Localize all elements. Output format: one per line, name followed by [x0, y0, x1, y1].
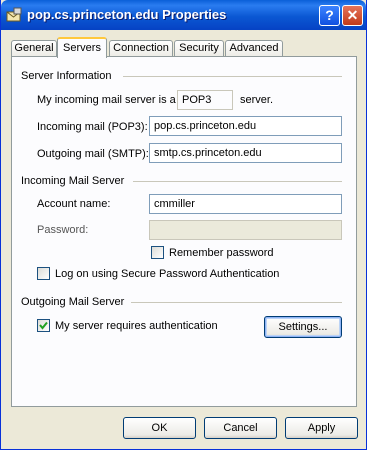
remember-password-checkbox[interactable]: [151, 246, 164, 259]
settings-button-label: Settings...: [278, 321, 328, 333]
requires-authentication-label: My server requires authentication: [55, 320, 218, 332]
incoming-server-heading: Incoming Mail Server: [21, 175, 125, 187]
account-name-label: Account name:: [37, 198, 111, 210]
settings-button[interactable]: Settings...: [264, 316, 342, 338]
checkmark-icon: [39, 321, 48, 330]
title-bar[interactable]: pop.cs.princeton.edu Properties ? ✕: [1, 0, 366, 30]
apply-button-label: Apply: [307, 422, 336, 434]
tab-advanced[interactable]: Advanced: [225, 40, 283, 57]
cancel-button-label: Cancel: [223, 422, 258, 434]
apply-button[interactable]: Apply: [285, 417, 358, 439]
ok-button[interactable]: OK: [123, 417, 196, 439]
secure-password-auth-label: Log on using Secure Password Authenticat…: [55, 268, 280, 280]
incoming-mail-label: Incoming mail (POP3):: [37, 121, 148, 133]
account-name-field[interactable]: cmmiller: [149, 194, 342, 214]
tab-servers[interactable]: Servers: [57, 37, 107, 58]
incoming-mail-field[interactable]: pop.cs.princeton.edu: [149, 116, 342, 136]
divider: [123, 76, 342, 77]
incoming-type-label: My incoming mail server is a: [37, 94, 176, 106]
outgoing-mail-field[interactable]: smtp.cs.princeton.edu: [149, 143, 342, 163]
properties-dialog: pop.cs.princeton.edu Properties ? ✕ Gene…: [0, 0, 367, 450]
outgoing-server-heading: Outgoing Mail Server: [21, 296, 125, 308]
divider: [131, 302, 342, 303]
incoming-type-suffix: server.: [240, 94, 274, 106]
help-button[interactable]: ?: [319, 5, 340, 26]
mail-server-icon: [5, 6, 23, 24]
server-information-heading: Server Information: [21, 70, 112, 82]
secure-password-auth-checkbox[interactable]: [37, 267, 50, 280]
tab-connection[interactable]: Connection: [109, 40, 173, 57]
tab-general[interactable]: General: [11, 40, 57, 57]
servers-panel: Server Information My incoming mail serv…: [11, 56, 357, 407]
password-field[interactable]: [149, 220, 342, 240]
divider: [133, 181, 342, 182]
ok-button-label: OK: [151, 422, 168, 434]
window-title: pop.cs.princeton.edu Properties: [27, 7, 227, 22]
requires-authentication-checkbox[interactable]: [37, 319, 50, 332]
incoming-server-type-field: POP3: [177, 90, 233, 110]
cancel-button[interactable]: Cancel: [204, 417, 277, 439]
tab-security[interactable]: Security: [174, 40, 224, 57]
password-label: Password:: [37, 224, 89, 236]
remember-password-label: Remember password: [169, 247, 274, 259]
outgoing-mail-label: Outgoing mail (SMTP):: [37, 148, 149, 160]
close-button[interactable]: ✕: [342, 5, 363, 26]
